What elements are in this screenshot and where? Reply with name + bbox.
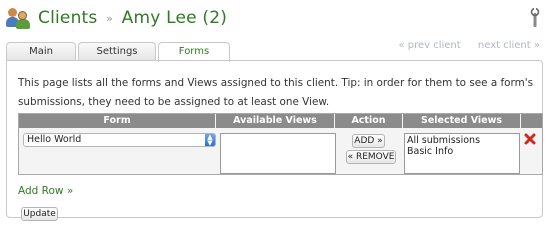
client-name: Amy Lee (2) — [121, 8, 228, 28]
forms-panel: This page lists all the forms and Views … — [6, 60, 543, 221]
client-nav: « prev client next client » — [384, 40, 540, 51]
tab-forms[interactable]: Forms — [158, 42, 230, 62]
selected-view-item[interactable]: Basic Info — [407, 146, 517, 157]
tab-bar: Main Settings Forms — [6, 42, 232, 62]
prev-client-link[interactable]: « prev client — [398, 40, 460, 51]
form-select-value: Hello World — [27, 134, 82, 145]
delete-row-icon[interactable] — [523, 132, 537, 146]
header-delete — [521, 114, 542, 128]
update-button[interactable]: Update — [21, 207, 58, 221]
header-available-views: Available Views — [216, 114, 335, 128]
header-form: Form — [19, 114, 216, 128]
tools-icon[interactable] — [528, 8, 542, 28]
header-selected-views: Selected Views — [403, 114, 521, 128]
form-select[interactable]: Hello World ▲ ▼ — [23, 133, 216, 147]
section-title: Clients — [38, 8, 98, 28]
selected-views-list[interactable]: All submissions Basic Info — [404, 133, 520, 174]
available-views-list[interactable] — [220, 133, 336, 174]
add-view-button[interactable]: ADD » — [352, 134, 385, 148]
page-title: Clients » Amy Lee (2) — [38, 8, 227, 28]
remove-view-button[interactable]: « REMOVE — [346, 150, 396, 164]
selected-view-item[interactable]: All submissions — [407, 135, 517, 146]
title-separator: » — [106, 12, 114, 25]
select-arrows-icon: ▲ ▼ — [205, 134, 215, 147]
next-client-link[interactable]: next client » — [478, 40, 540, 51]
tab-main[interactable]: Main — [6, 42, 76, 61]
tab-settings[interactable]: Settings — [78, 42, 156, 61]
page-header: Clients » Amy Lee (2) — [6, 6, 227, 30]
header-action: Action — [335, 114, 403, 128]
users-icon — [6, 7, 32, 29]
add-row-link[interactable]: Add Row » — [18, 185, 73, 197]
forms-table: Form Available Views Action Selected Vie… — [18, 113, 543, 175]
intro-text: This page lists all the forms and Views … — [18, 77, 533, 108]
